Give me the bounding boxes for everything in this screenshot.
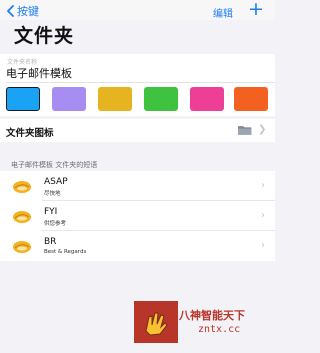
color-swatch-blue[interactable] (6, 87, 40, 111)
phrase-subtitle: 尽快地 (44, 191, 61, 197)
folder-name-field[interactable]: 电子邮件模板 (6, 65, 72, 81)
folder-icon-label: 文件夹图标 (6, 128, 54, 139)
folder-icon (238, 126, 252, 135)
watermark: 八神智能天下 zntx.cc (134, 301, 271, 343)
emoji-hand-icon (13, 241, 31, 253)
list-item[interactable]: BR Best & Regards › (0, 231, 275, 261)
list-item[interactable]: ASAP 尽快地 › (0, 171, 275, 201)
chevron-right-icon: › (261, 240, 265, 251)
divider (6, 82, 275, 83)
folder-name-card: 文件夹名称 电子邮件模板 (0, 54, 275, 116)
color-swatch-pink[interactable] (190, 87, 224, 111)
color-swatch-green[interactable] (144, 87, 178, 111)
color-swatch-purple[interactable] (52, 87, 86, 111)
watermark-url: zntx.cc (198, 324, 241, 335)
navigation-bar: 按键 编辑 + (0, 0, 275, 20)
color-picker (6, 87, 270, 111)
phrase-subtitle: Best & Regards (44, 249, 87, 255)
chevron-left-icon (7, 5, 14, 17)
color-swatch-orange[interactable] (234, 87, 268, 111)
folder-icon-row[interactable]: 文件夹图标 ❯ (0, 119, 275, 142)
emoji-hand-icon (13, 211, 31, 223)
watermark-text: 八神智能天下 (179, 309, 245, 322)
phrase-subtitle: 供您参考 (44, 221, 67, 227)
phrase-title: BR (44, 237, 57, 247)
back-button[interactable]: 按键 (7, 3, 39, 19)
watermark-logo (134, 301, 178, 343)
add-button[interactable]: + (248, 0, 264, 19)
hand-logo-icon (145, 312, 168, 336)
edit-button[interactable]: 编辑 (213, 5, 233, 20)
chevron-right-icon: › (261, 180, 265, 191)
chevron-right-icon: ❯ (258, 124, 267, 135)
color-swatch-yellow[interactable] (98, 87, 132, 111)
back-button-label: 按键 (17, 5, 39, 18)
phrase-title: FYI (44, 207, 58, 217)
phrase-list: ASAP 尽快地 › FYI 供您参考 › BR Best & Regards … (0, 171, 275, 261)
chevron-right-icon: › (261, 210, 265, 221)
page-title: 文件夹 (14, 25, 75, 47)
list-item[interactable]: FYI 供您参考 › (0, 201, 275, 231)
phrase-title: ASAP (44, 177, 68, 187)
emoji-hand-icon (13, 181, 31, 193)
phrases-section-header: 电子邮件模板 文件夹的短语 (11, 161, 98, 169)
